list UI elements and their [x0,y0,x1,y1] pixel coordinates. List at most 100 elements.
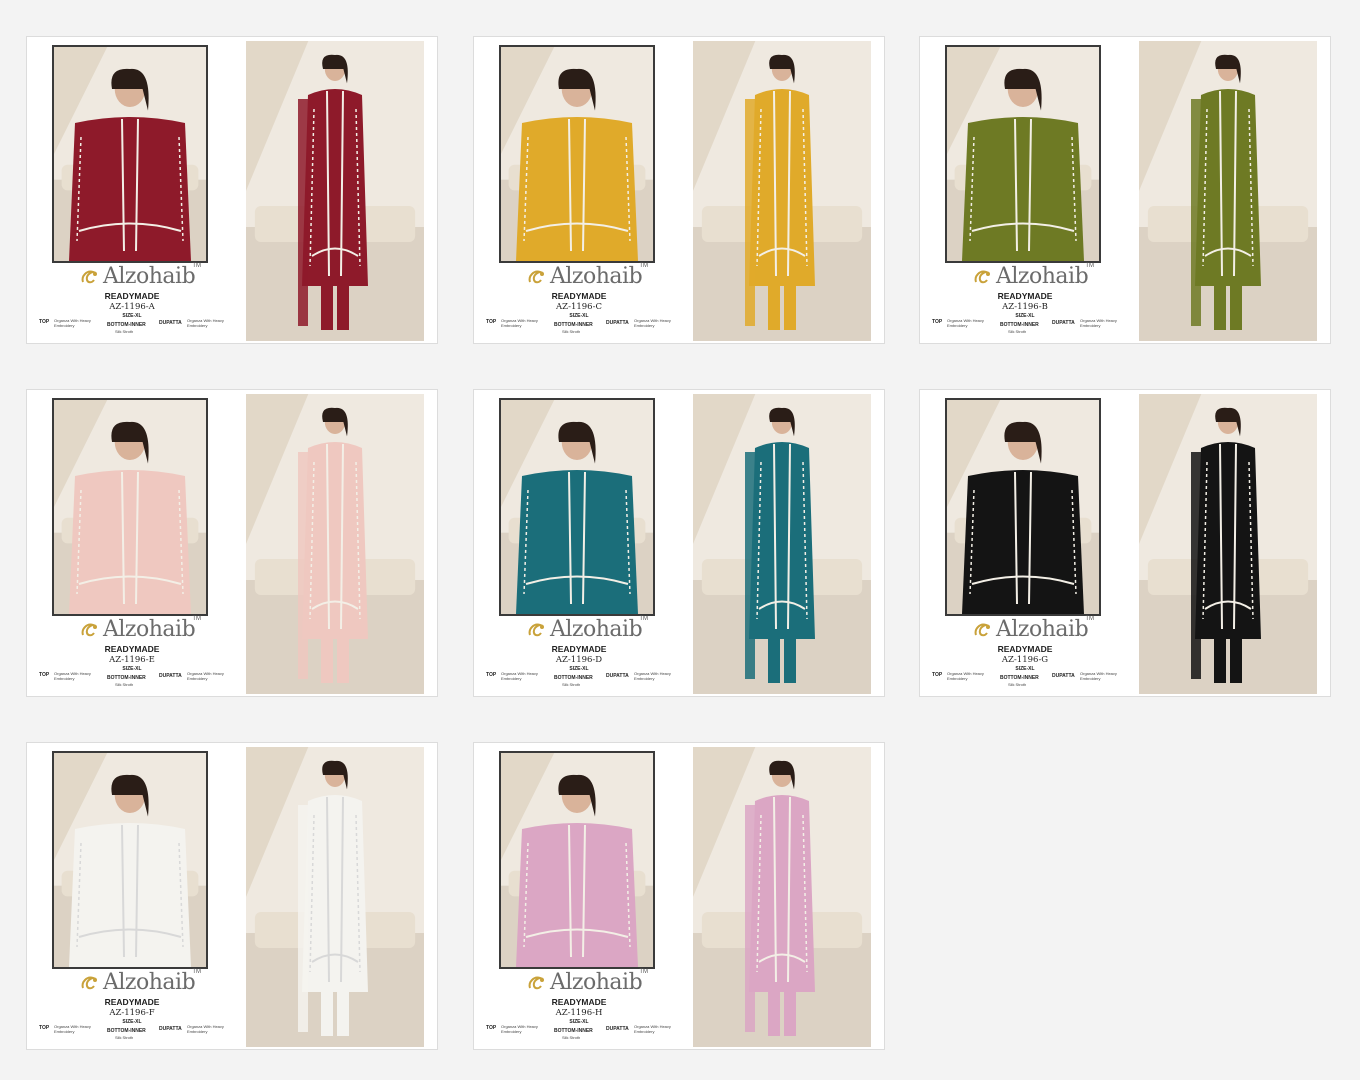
brand-name: Alzohaib [103,970,196,995]
size-label: SIZE-XL [122,313,142,319]
model-full-length-photo [1139,394,1317,694]
bottom-value: Silk Stroth [1008,682,1027,687]
brand-logo: Alzohaib TM [526,263,648,291]
readymade-label: READYMADE [104,997,160,1007]
brand-logo: Alzohaib TM [526,616,648,644]
dupatta-label: DUPATTA [159,1026,182,1032]
model-closeup-photo [499,751,655,969]
dupatta-value: Organza With Heavy Embroidery [187,318,224,328]
model-closeup-photo [499,398,655,616]
top-label: TOP [39,319,50,325]
top-value: Organza With Heavy Embroidery [54,1024,91,1034]
top-value: Organza With Heavy Embroidery [947,318,984,328]
readymade-label: READYMADE [997,644,1053,654]
readymade-label: READYMADE [551,644,607,654]
brand-name: Alzohaib [550,617,643,642]
dupatta-label: DUPATTA [606,320,629,326]
top-value: Organza With Heavy Embroidery [54,671,91,681]
catalog-card-az-1196-g[interactable]: Alzohaib TM READYMADE AZ-1196-G SIZE-XL … [919,389,1331,697]
model-full-length-photo [693,747,871,1047]
readymade-label: READYMADE [551,997,607,1007]
dupatta-label: DUPATTA [159,320,182,326]
design-code: AZ-1196-G [1001,655,1049,665]
size-label: SIZE-XL [569,313,589,319]
catalog-card-az-1196-a[interactable]: Alzohaib TM READYMADE AZ-1196-A SIZE-XL … [26,36,438,344]
brand-emblem-icon [79,266,101,288]
size-label: SIZE-XL [569,666,589,672]
size-label: SIZE-XL [1015,313,1035,319]
catalog-card-az-1196-c[interactable]: Alzohaib TM READYMADE AZ-1196-C SIZE-XL … [473,36,885,344]
bottom-value: Silk Stroth [115,1035,134,1040]
bottom-label: BOTTOM-INNER [107,322,146,328]
brand-emblem-icon [526,266,548,288]
model-closeup-photo [52,45,208,263]
bottom-label: BOTTOM-INNER [107,1028,146,1034]
brand-logo: Alzohaib TM [972,263,1094,291]
trademark-mark: TM [1085,263,1094,269]
bottom-label: BOTTOM-INNER [554,675,593,681]
trademark-mark: TM [1085,616,1094,622]
catalog-card-az-1196-h[interactable]: Alzohaib TM READYMADE AZ-1196-H SIZE-XL … [473,742,885,1050]
brand-name: Alzohaib [550,970,643,995]
catalog-card-az-1196-e[interactable]: Alzohaib TM READYMADE AZ-1196-E SIZE-XL … [26,389,438,697]
model-full-length-photo [693,394,871,694]
top-label: TOP [932,672,943,678]
dupatta-value: Organza With Heavy Embroidery [634,1024,671,1034]
design-code: AZ-1196-F [109,1008,155,1018]
readymade-label: READYMADE [104,644,160,654]
brand-logo: Alzohaib TM [79,969,201,997]
bottom-value: Silk Stroth [1008,329,1027,334]
brand-name: Alzohaib [550,264,643,289]
model-full-length-photo [1139,41,1317,341]
readymade-label: READYMADE [104,291,160,301]
trademark-mark: TM [192,263,201,269]
catalog-card-az-1196-d[interactable]: Alzohaib TM READYMADE AZ-1196-D SIZE-XL … [473,389,885,697]
size-label: SIZE-XL [122,1019,142,1025]
trademark-mark: TM [192,616,201,622]
brand-name: Alzohaib [103,264,196,289]
brand-emblem-icon [79,972,101,994]
brand-name: Alzohaib [103,617,196,642]
design-code: AZ-1196-B [1002,302,1048,312]
size-label: SIZE-XL [122,666,142,672]
model-full-length-photo [246,394,424,694]
design-code: AZ-1196-A [109,302,155,312]
trademark-mark: TM [639,969,648,975]
bottom-value: Silk Stroth [562,329,581,334]
dupatta-value: Organza With Heavy Embroidery [187,671,224,681]
size-label: SIZE-XL [1015,666,1035,672]
model-closeup-photo [945,45,1101,263]
dupatta-value: Organza With Heavy Embroidery [634,318,671,328]
model-closeup-photo [52,398,208,616]
bottom-label: BOTTOM-INNER [1000,675,1039,681]
bottom-label: BOTTOM-INNER [554,322,593,328]
brand-emblem-icon [972,619,994,641]
brand-emblem-icon [79,619,101,641]
design-code: AZ-1196-D [555,655,603,665]
top-label: TOP [486,1025,497,1031]
bottom-value: Silk Stroth [562,682,581,687]
top-value: Organza With Heavy Embroidery [501,671,538,681]
bottom-value: Silk Stroth [562,1035,581,1040]
top-value: Organza With Heavy Embroidery [501,1024,538,1034]
catalog-card-az-1196-b[interactable]: Alzohaib TM READYMADE AZ-1196-B SIZE-XL … [919,36,1331,344]
model-closeup-photo [52,751,208,969]
top-label: TOP [39,1025,50,1031]
model-full-length-photo [246,747,424,1047]
brand-logo: Alzohaib TM [972,616,1094,644]
bottom-value: Silk Stroth [115,682,134,687]
trademark-mark: TM [639,263,648,269]
size-label: SIZE-XL [569,1019,589,1025]
top-value: Organza With Heavy Embroidery [501,318,538,328]
design-code: AZ-1196-H [555,1008,603,1018]
catalog-card-az-1196-f[interactable]: Alzohaib TM READYMADE AZ-1196-F SIZE-XL … [26,742,438,1050]
bottom-value: Silk Stroth [115,329,134,334]
bottom-label: BOTTOM-INNER [1000,322,1039,328]
dupatta-value: Organza With Heavy Embroidery [1080,671,1117,681]
brand-name: Alzohaib [996,617,1089,642]
design-code: AZ-1196-E [109,655,155,665]
top-value: Organza With Heavy Embroidery [947,671,984,681]
bottom-label: BOTTOM-INNER [107,675,146,681]
dupatta-value: Organza With Heavy Embroidery [634,671,671,681]
top-label: TOP [486,319,497,325]
